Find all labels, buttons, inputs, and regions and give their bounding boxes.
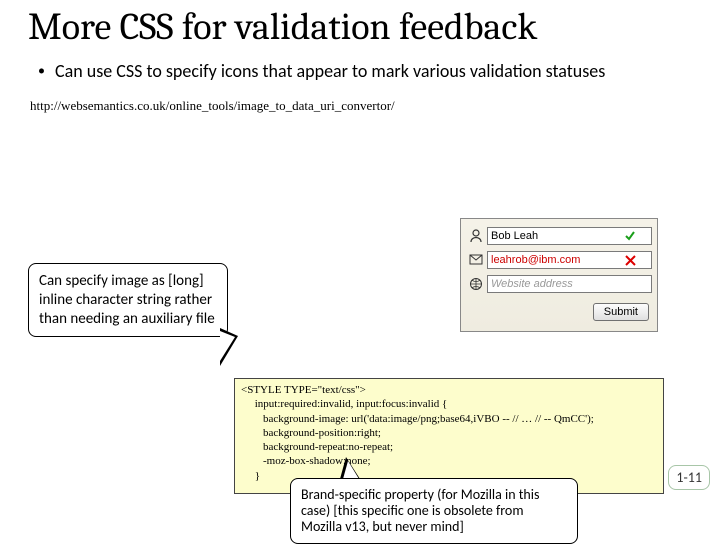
slide-title: More CSS for validation feedback	[28, 8, 720, 48]
callout-tail-icon	[340, 457, 360, 479]
valid-check-icon	[623, 229, 637, 243]
website-input[interactable]	[487, 275, 652, 293]
validation-form-demo: Submit	[460, 218, 658, 332]
bullet-dot-icon: •	[38, 62, 45, 80]
bullet-text: Can use CSS to specify icons that appear…	[55, 60, 605, 83]
callout-inline-image: Can specify image as [long] inline chara…	[28, 263, 228, 337]
css-code-snippet: <STYLE TYPE="text/css"> input:required:i…	[234, 378, 664, 494]
callout-tail-icon	[220, 328, 238, 366]
callout-moz-property: Brand-specific property (for Mozilla in …	[290, 478, 578, 544]
globe-icon	[469, 275, 483, 293]
person-icon	[469, 227, 483, 245]
bullet-item: • Can use CSS to specify icons that appe…	[38, 60, 678, 83]
reference-url: http://websemantics.co.uk/online_tools/i…	[30, 98, 720, 114]
page-number: 1-11	[668, 465, 710, 490]
submit-button[interactable]: Submit	[593, 303, 649, 321]
invalid-cross-icon	[623, 253, 637, 267]
mail-icon	[469, 251, 483, 269]
